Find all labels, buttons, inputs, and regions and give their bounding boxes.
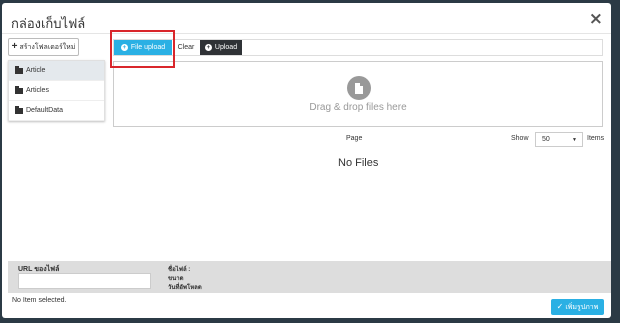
close-icon[interactable]: × [589,9,603,29]
highlight-annotation [110,30,175,68]
items-label: Items [587,135,605,142]
insert-image-button[interactable]: ✓ เพิ่มรูปภาพ [551,299,604,315]
page-size-value: 50 [542,136,550,143]
folder-item-defaultdata[interactable]: DefaultData [9,101,104,121]
new-folder-label: สร้างโฟลเดอร์ใหม่ [19,43,76,51]
folder-label: Article [26,67,46,74]
upload-toolbar: + File upload Clear + Upload [113,39,603,56]
show-label: Show [511,135,529,142]
chevron-down-icon: ▼ [572,136,577,143]
upload-label: Upload [214,44,238,51]
folder-icon [15,65,23,74]
header-divider [2,33,611,34]
clear-button[interactable]: Clear [172,40,200,55]
file-sheet-shape [355,82,363,94]
folder-item-articles[interactable]: Articles [9,81,104,101]
selection-status: No Item selected. [12,297,67,304]
file-manager-dialog: กล่องเก็บไฟล์ × + สร้างโฟลเดอร์ใหม่ Arti… [2,3,611,318]
upload-button[interactable]: + Upload [200,40,242,55]
page-size-select[interactable]: 50 ▼ [535,132,583,147]
upload-date-label: วันที่อัพโหลด [168,285,202,291]
clear-label: Clear [177,44,195,51]
plus-icon: + [11,41,18,52]
file-info-panel: URL ของไฟล์ ชื่อไฟล์ : ขนาด วันที่อัพโหล… [8,261,611,293]
folder-icon [15,105,23,114]
empty-state: No Files [338,157,379,169]
url-input[interactable] [18,273,151,289]
insert-image-label: เพิ่มรูปภาพ [565,303,599,311]
plus-circle-icon: + [204,44,212,51]
folder-icon [15,85,23,94]
file-icon [347,76,371,100]
page-label: Page [346,135,363,142]
folder-label: DefaultData [26,107,63,114]
new-folder-button[interactable]: + สร้างโฟลเดอร์ใหม่ [8,38,79,56]
folder-list: Article Articles DefaultData [8,60,105,121]
folder-label: Articles [26,87,49,94]
check-icon: ✓ [556,302,564,311]
dialog-title: กล่องเก็บไฟล์ [11,16,86,31]
drop-zone-text: Drag & drop files here [309,102,407,113]
drop-zone[interactable]: Drag & drop files here [113,61,603,127]
folder-item-article[interactable]: Article [9,61,104,81]
